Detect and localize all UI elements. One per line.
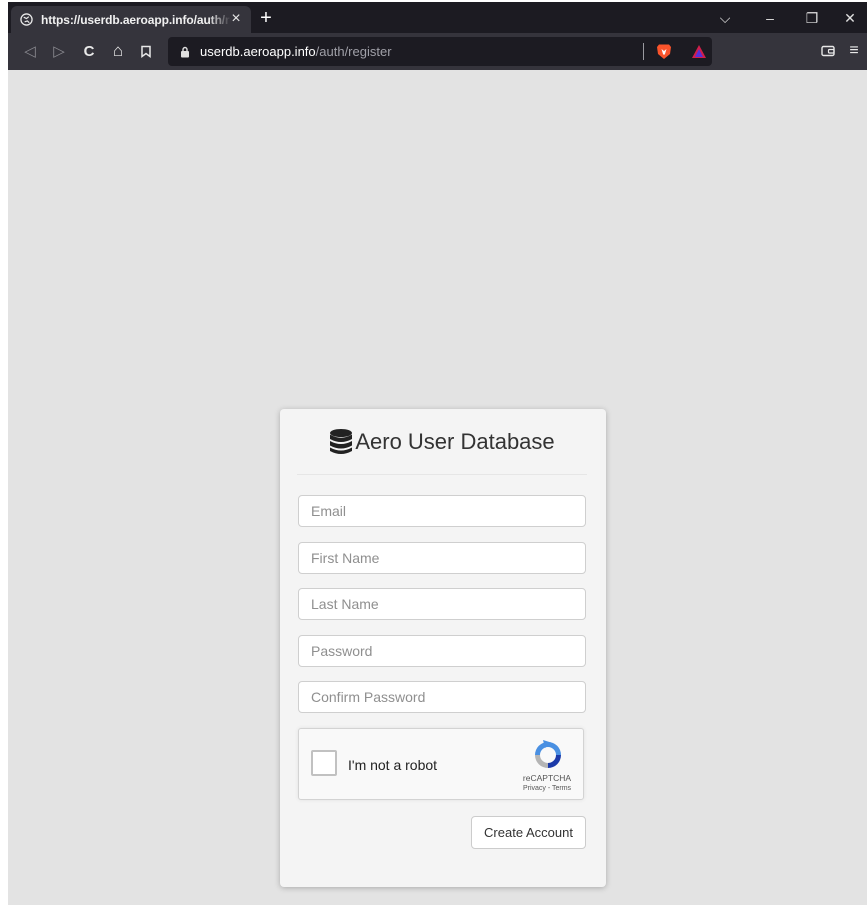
browser-window: https://userdb.aeroapp.info/auth/registe… xyxy=(8,2,867,905)
reload-icon[interactable]: C xyxy=(78,40,100,62)
navigation-toolbar: ◁ ▷ C ⌂ userdb.aeroapp.info/auth/registe… xyxy=(8,33,867,70)
card-title: Aero User Database xyxy=(355,428,555,454)
back-icon[interactable]: ◁ xyxy=(19,40,41,62)
tab-title: https://userdb.aeroapp.info/auth/registe… xyxy=(41,12,231,27)
first-name-field[interactable] xyxy=(298,542,586,574)
close-window-icon[interactable]: ✕ xyxy=(838,6,862,30)
url-host: userdb.aeroapp.info xyxy=(200,44,316,59)
confirm-password-field[interactable] xyxy=(298,681,586,713)
url-divider xyxy=(643,43,644,60)
tab-close-icon[interactable]: × xyxy=(227,10,245,28)
last-name-field[interactable] xyxy=(298,588,586,620)
tab-list-chevron-icon[interactable]: ⌵ xyxy=(713,6,737,30)
recaptcha-widget: I'm not a robot reCAPTCHA Privacy - Term… xyxy=(298,728,584,800)
recaptcha-logo-icon xyxy=(535,740,561,768)
brave-shields-icon[interactable] xyxy=(656,43,672,60)
password-field[interactable] xyxy=(298,635,586,667)
database-icon xyxy=(330,428,353,454)
wallet-icon[interactable] xyxy=(817,40,839,62)
recaptcha-privacy-terms-link[interactable]: Privacy - Terms xyxy=(509,785,585,792)
url-text: userdb.aeroapp.info/auth/register xyxy=(200,44,392,59)
new-tab-button[interactable]: + xyxy=(255,7,277,29)
lock-icon xyxy=(178,45,192,59)
address-bar[interactable]: userdb.aeroapp.info/auth/register xyxy=(168,37,712,66)
globe-icon xyxy=(19,13,33,27)
card-header: Aero User Database xyxy=(297,409,587,475)
menu-icon[interactable]: ≡ xyxy=(843,40,865,62)
forward-icon[interactable]: ▷ xyxy=(48,40,70,62)
email-field[interactable] xyxy=(298,495,586,527)
tab-active[interactable]: https://userdb.aeroapp.info/auth/registe… xyxy=(11,6,251,33)
create-account-button[interactable]: Create Account xyxy=(471,816,586,849)
recaptcha-label: I'm not a robot xyxy=(348,757,438,773)
recaptcha-brand: reCAPTCHA xyxy=(522,773,572,783)
register-card: Aero User Database I'm not a robot reCAP… xyxy=(280,409,606,887)
minimize-icon[interactable]: – xyxy=(758,6,782,30)
tab-strip: https://userdb.aeroapp.info/auth/registe… xyxy=(8,2,867,33)
url-path: /auth/register xyxy=(315,44,392,59)
bookmark-icon[interactable] xyxy=(135,40,157,62)
home-icon[interactable]: ⌂ xyxy=(107,40,129,62)
restore-icon[interactable]: ❐ xyxy=(800,6,824,30)
recaptcha-checkbox[interactable] xyxy=(311,750,337,776)
brave-rewards-icon[interactable] xyxy=(691,44,707,59)
